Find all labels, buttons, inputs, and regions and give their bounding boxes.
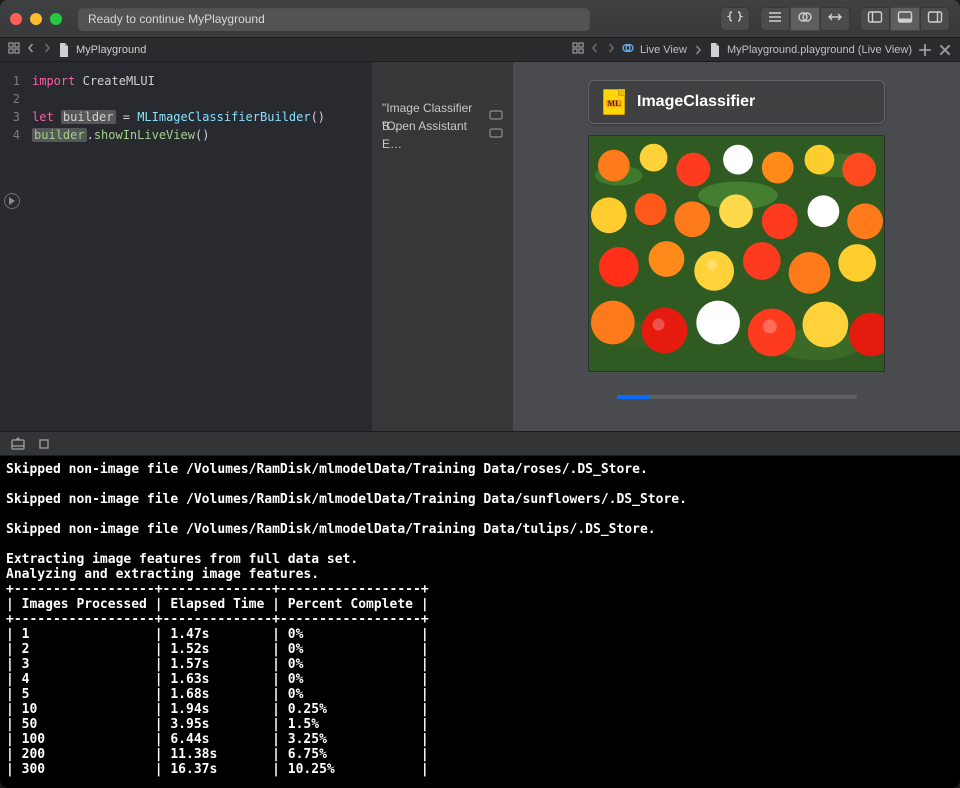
toolbar-braces-button[interactable] bbox=[720, 7, 750, 31]
code-keyword: let bbox=[32, 110, 54, 124]
version-editor-button[interactable] bbox=[820, 7, 850, 31]
nav-forward-button[interactable] bbox=[42, 43, 52, 56]
line-number: 3 bbox=[0, 108, 20, 126]
bottom-panel-toggle[interactable] bbox=[890, 7, 920, 31]
line-number: 2 bbox=[0, 90, 20, 108]
breadcrumb-liveview[interactable]: Live View bbox=[640, 44, 687, 56]
line-gutter: 1 2 3 4 bbox=[0, 62, 24, 431]
training-image-preview bbox=[588, 135, 885, 372]
code-eq: = bbox=[116, 110, 138, 124]
work-area: 1 2 3 4 import CreateMLUI let builder = … bbox=[0, 62, 960, 432]
breadcrumb-playground-file[interactable]: MyPlayground.playground (Live View) bbox=[709, 43, 912, 57]
result-text: "Open Assistant E… bbox=[382, 117, 489, 153]
rings-icon bbox=[797, 10, 813, 27]
arrows-icon bbox=[827, 10, 843, 27]
file-icon bbox=[709, 43, 721, 57]
related-items-icon-right[interactable] bbox=[572, 42, 584, 57]
nav-forward-right[interactable] bbox=[606, 43, 616, 56]
editor-mode-segment bbox=[760, 7, 850, 31]
training-progress bbox=[617, 395, 857, 399]
results-sidebar: "Image Classifier B… "Open Assistant E… bbox=[372, 62, 513, 431]
model-card-title: ImageClassifier bbox=[637, 93, 755, 111]
play-icon bbox=[9, 197, 15, 205]
code-var: builder bbox=[32, 128, 87, 142]
lines-icon bbox=[767, 10, 783, 27]
bottom-panel-icon bbox=[897, 10, 913, 27]
debug-bar bbox=[0, 432, 960, 456]
left-panel-toggle[interactable] bbox=[860, 7, 890, 31]
related-items-icon[interactable] bbox=[8, 42, 20, 57]
right-panel-icon bbox=[927, 10, 943, 27]
zoom-window-button[interactable] bbox=[50, 13, 62, 25]
close-window-button[interactable] bbox=[10, 13, 22, 25]
status-field: Ready to continue MyPlayground bbox=[78, 7, 590, 31]
breadcrumb-right: Live View MyPlayground.playground (Live … bbox=[572, 42, 952, 57]
xcode-window: Ready to continue MyPlayground bbox=[0, 0, 960, 788]
assistant-mode-icon[interactable] bbox=[622, 42, 634, 57]
code-keyword: import bbox=[32, 74, 75, 88]
titlebar: Ready to continue MyPlayground bbox=[0, 0, 960, 38]
quicklook-icon[interactable] bbox=[489, 126, 503, 144]
ml-badge-icon bbox=[603, 89, 625, 115]
window-controls bbox=[10, 13, 62, 25]
add-assistant-button[interactable] bbox=[918, 43, 932, 57]
file-icon bbox=[58, 43, 70, 57]
close-assistant-button[interactable] bbox=[938, 43, 952, 57]
nav-back-right[interactable] bbox=[590, 43, 600, 56]
breadcrumb-playground-name: MyPlayground.playground (Live View) bbox=[727, 44, 912, 56]
code-dot: . bbox=[87, 128, 94, 142]
panel-toggle-segment bbox=[860, 7, 950, 31]
line-number: 4 bbox=[0, 126, 20, 144]
result-row[interactable]: "Open Assistant E… bbox=[382, 126, 503, 144]
status-text: Ready to continue MyPlayground bbox=[88, 12, 265, 26]
training-progress-fill bbox=[617, 395, 651, 399]
debug-stop-button[interactable] bbox=[36, 437, 52, 451]
code-type: MLImageClassifierBuilder bbox=[137, 110, 310, 124]
code-call: showInLiveView bbox=[94, 128, 195, 142]
breadcrumb-separator-icon bbox=[693, 45, 703, 55]
breadcrumb-left: MyPlayground bbox=[8, 42, 146, 57]
console-output[interactable]: Skipped non-image file /Volumes/RamDisk/… bbox=[0, 456, 960, 788]
standard-editor-button[interactable] bbox=[760, 7, 790, 31]
breadcrumb-file[interactable]: MyPlayground bbox=[58, 43, 146, 57]
code-module: CreateMLUI bbox=[83, 74, 155, 88]
live-view-panel: ImageClassifier bbox=[513, 62, 960, 431]
braces-icon bbox=[727, 10, 743, 27]
code-paren: () bbox=[311, 110, 325, 124]
debug-toggle-button[interactable] bbox=[10, 437, 26, 451]
breadcrumb-bar: MyPlayground Live View MyPlayground.play… bbox=[0, 38, 960, 62]
quicklook-icon[interactable] bbox=[489, 108, 503, 126]
run-playground-button[interactable] bbox=[4, 193, 20, 209]
right-panel-toggle[interactable] bbox=[920, 7, 950, 31]
code-var: builder bbox=[61, 110, 116, 124]
nav-back-button[interactable] bbox=[26, 43, 36, 56]
code-paren: () bbox=[195, 128, 209, 142]
breadcrumb-filename: MyPlayground bbox=[76, 44, 146, 56]
code-editor[interactable]: import CreateMLUI let builder = MLImageC… bbox=[24, 62, 372, 431]
model-card[interactable]: ImageClassifier bbox=[588, 80, 885, 124]
minimize-window-button[interactable] bbox=[30, 13, 42, 25]
console-text: Skipped non-image file /Volumes/RamDisk/… bbox=[6, 462, 687, 777]
line-number: 1 bbox=[0, 72, 20, 90]
assistant-editor-button[interactable] bbox=[790, 7, 820, 31]
left-panel-icon bbox=[867, 10, 883, 27]
